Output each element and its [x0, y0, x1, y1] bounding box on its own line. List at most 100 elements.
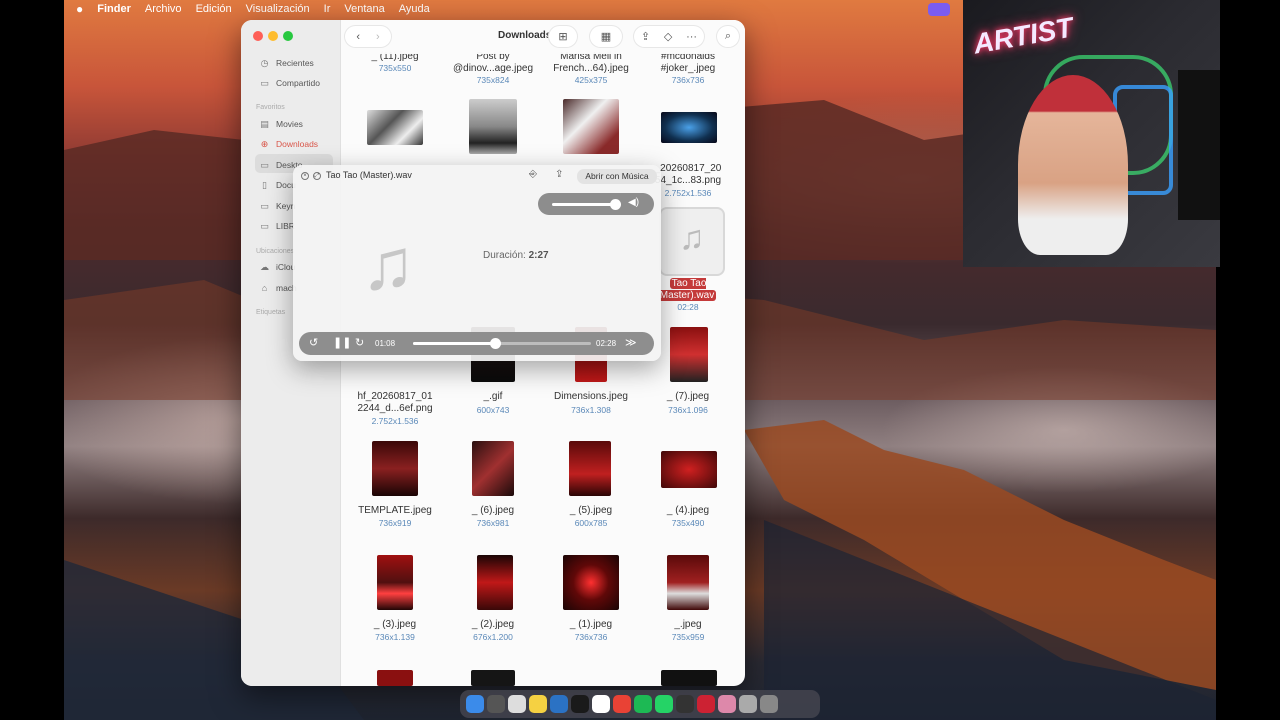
volume-control[interactable]: ◀) — [538, 193, 654, 215]
launchpad-icon[interactable] — [487, 695, 505, 713]
file-thumbnail-audio[interactable]: ♫ — [661, 209, 723, 274]
chevron-left-icon[interactable]: ‹ — [356, 31, 360, 43]
photos-icon[interactable] — [718, 695, 736, 713]
file-thumbnail[interactable] — [661, 670, 717, 686]
safari-icon[interactable] — [508, 695, 526, 713]
file-thumbnail[interactable] — [563, 555, 619, 610]
file-name[interactable]: Marisa Mell in French...64).jpeg — [543, 51, 639, 75]
trim-icon[interactable]: ⎆ — [529, 169, 537, 180]
menu-app-name[interactable]: Finder — [97, 3, 131, 15]
file-name[interactable]: _ (7).jpeg — [640, 391, 736, 403]
status-menu-icon[interactable] — [928, 3, 950, 16]
file-thumbnail[interactable] — [367, 110, 423, 145]
sidebar-item-downloads[interactable]: ⊕ Downloads — [259, 139, 318, 149]
file-thumbnail[interactable] — [661, 451, 717, 488]
sidebar-item-keynote[interactable]: ▭ Keyn — [259, 201, 295, 211]
cloud-icon: ☁ — [260, 262, 269, 272]
sidebar-item-movies[interactable]: ▤ Movies — [259, 119, 303, 129]
file-thumbnail[interactable] — [667, 555, 709, 610]
file-name[interactable]: Post by @dinov...age.jpeg — [445, 51, 541, 75]
file-name[interactable]: _ (2).jpeg — [445, 619, 541, 631]
file-thumbnail[interactable] — [469, 99, 517, 154]
view-mode-button[interactable]: ⊞ — [549, 26, 577, 47]
file-name[interactable]: #mcdonalds #joker_.jpeg — [640, 51, 736, 75]
file-thumbnail[interactable] — [372, 441, 418, 496]
folder-icon[interactable] — [739, 695, 757, 713]
file-name[interactable]: _ (5).jpeg — [543, 505, 639, 517]
file-name[interactable]: TEMPLATE.jpeg — [347, 505, 443, 517]
freeform-icon[interactable] — [571, 695, 589, 713]
file-name[interactable]: Dimensions.jpeg — [543, 391, 639, 403]
sidebar-item-libr[interactable]: ▭ LIBR — [259, 221, 295, 231]
share-icon[interactable]: ⇪ — [641, 30, 650, 43]
tag-icon[interactable]: ◇ — [664, 30, 672, 43]
sidebar-item-icloud[interactable]: ☁ iClou — [259, 262, 295, 272]
trash-icon[interactable] — [760, 695, 778, 713]
file-thumbnail[interactable] — [563, 99, 619, 154]
file-thumbnail[interactable] — [472, 441, 514, 496]
skip-back-icon[interactable]: ↺ — [309, 336, 318, 351]
file-dims: 735x490 — [671, 518, 705, 528]
open-with-music-button[interactable]: Abrir con Música — [577, 169, 657, 184]
back-forward-buttons[interactable]: ‹ › — [345, 26, 391, 47]
file-thumbnail[interactable] — [471, 670, 515, 686]
sidebar-item-label: Movies — [276, 119, 303, 129]
menu-archivo[interactable]: Archivo — [145, 3, 182, 15]
file-name[interactable]: _ (1).jpeg — [543, 619, 639, 631]
finder-icon[interactable] — [466, 695, 484, 713]
notion-icon[interactable] — [592, 695, 610, 713]
house-icon: ⌂ — [261, 283, 268, 293]
fullscreen-icon[interactable]: ⤢ — [313, 172, 321, 180]
minimize-window-button[interactable] — [268, 31, 278, 41]
notes-icon[interactable] — [529, 695, 547, 713]
file-thumbnail[interactable] — [477, 555, 513, 610]
pause-icon[interactable]: ❚❚ — [333, 336, 351, 351]
file-name[interactable]: _ (3).jpeg — [347, 619, 443, 631]
davinci-icon[interactable] — [676, 695, 694, 713]
file-name[interactable]: _ (6).jpeg — [445, 505, 541, 517]
volume-slider-track[interactable] — [552, 203, 618, 206]
search-button[interactable]: ⌕ — [717, 26, 739, 47]
more-icon[interactable]: ··· — [686, 31, 697, 43]
file-name[interactable]: _ (4).jpeg — [640, 505, 736, 517]
document-icon: ▯ — [262, 180, 267, 190]
close-icon[interactable]: × — [301, 172, 309, 180]
keynote-icon[interactable] — [550, 695, 568, 713]
progress-track[interactable] — [413, 338, 591, 349]
menu-edicion[interactable]: Edición — [196, 3, 232, 15]
file-thumbnail[interactable] — [377, 670, 413, 686]
apple-menu-icon[interactable]: ● — [76, 2, 83, 16]
progress-knob[interactable] — [489, 338, 501, 349]
close-window-button[interactable] — [253, 31, 263, 41]
file-dims: 736x736 — [574, 632, 608, 642]
fast-forward-icon[interactable]: ≫ — [625, 336, 637, 351]
app-icon[interactable] — [697, 695, 715, 713]
menu-ayuda[interactable]: Ayuda — [399, 3, 430, 15]
group-button[interactable]: ▦ — [590, 26, 622, 47]
quicklook-player: × ⤢ Tao Tao (Master).wav ⎆ ⇪ Abrir con M… — [293, 165, 661, 361]
file-dims: 600x785 — [574, 518, 608, 528]
sidebar-item-recientes[interactable]: ◷ Recientes — [259, 58, 314, 68]
file-name[interactable]: _.jpeg — [640, 619, 736, 631]
menu-visualizacion[interactable]: Visualización — [246, 3, 310, 15]
sidebar-item-mac[interactable]: ⌂ mach — [259, 283, 297, 293]
chrome-icon[interactable] — [613, 695, 631, 713]
file-thumbnail[interactable] — [569, 441, 611, 496]
volume-slider-knob[interactable] — [609, 199, 621, 210]
zoom-window-button[interactable] — [283, 31, 293, 41]
file-name[interactable]: hf_20260817_01 2244_d...6ef.png — [347, 391, 443, 415]
share-icon[interactable]: ⇪ — [555, 169, 563, 180]
speaker-icon[interactable]: ◀) — [628, 197, 639, 208]
sidebar-item-documents[interactable]: ▯ Docu — [259, 180, 296, 190]
file-thumbnail[interactable] — [377, 555, 413, 610]
menu-ir[interactable]: Ir — [324, 3, 331, 15]
file-thumbnail[interactable] — [661, 112, 717, 143]
skip-forward-icon[interactable]: ↻ — [355, 336, 364, 351]
spotify-icon[interactable] — [634, 695, 652, 713]
sidebar-item-compartido[interactable]: ▭ Compartido — [259, 78, 320, 88]
file-name[interactable]: _.gif — [445, 391, 541, 403]
file-thumbnail[interactable] — [670, 327, 708, 382]
whatsapp-icon[interactable] — [655, 695, 673, 713]
menu-ventana[interactable]: Ventana — [344, 3, 384, 15]
chevron-right-icon[interactable]: › — [376, 31, 380, 43]
